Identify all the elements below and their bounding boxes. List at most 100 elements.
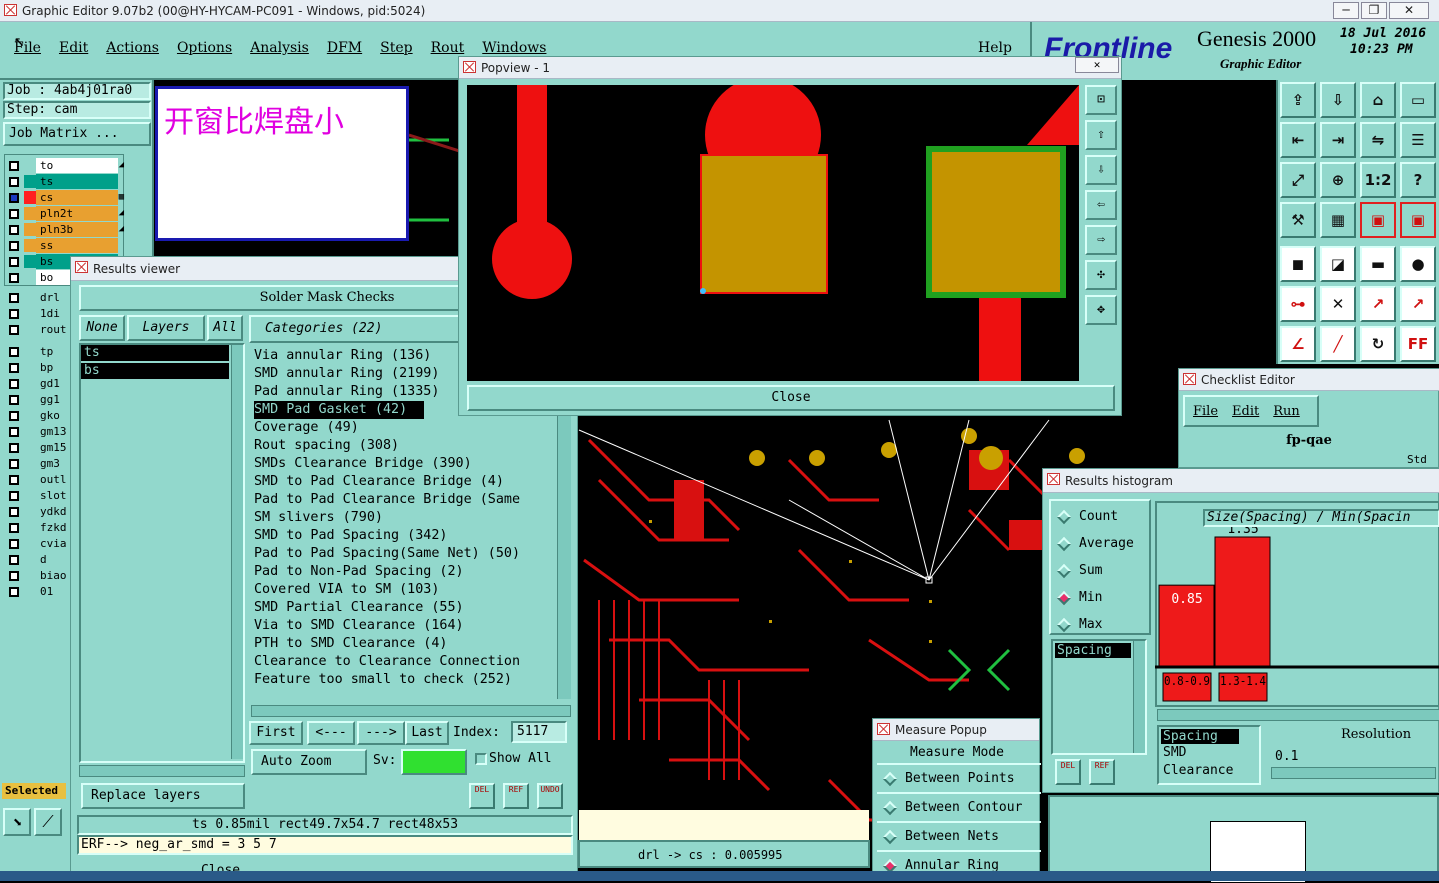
open-icon[interactable]: ⇩ [1320,82,1356,118]
popview-pan-up-icon[interactable]: ⇧ [1085,120,1117,150]
layer-row-ts[interactable]: ts [6,174,122,190]
mode-count-radio[interactable] [1056,509,1072,524]
layer-checkbox[interactable] [9,411,19,421]
menu-options[interactable]: Options [177,40,232,56]
layer-checkbox[interactable] [9,571,19,581]
mode-sum[interactable]: Sum [1051,557,1149,584]
layer-checkbox[interactable] [9,241,19,251]
result-layer-bs[interactable]: bs [81,363,229,379]
layer-checkbox[interactable] [9,395,19,405]
layer-checkbox[interactable] [9,363,19,373]
ref-button[interactable]: REF [503,783,529,809]
layer-checkbox[interactable] [9,293,19,303]
window-icon[interactable]: ▭ [1400,82,1436,118]
layer-checkbox[interactable] [9,539,19,549]
point-icon[interactable]: ● [1400,246,1436,282]
field-spacing[interactable]: Spacing [1055,643,1131,658]
category-item[interactable]: SMD to Pad Clearance Bridge (4) [254,473,551,491]
layer-checkbox[interactable] [9,459,19,469]
move2-icon[interactable]: ↗ [1400,286,1436,322]
layer-checkbox[interactable] [9,427,19,437]
center-icon[interactable]: ⊕ [1320,162,1356,198]
measure-between-points[interactable]: Between Points [877,763,1041,792]
category-item[interactable]: SMDs Clearance Bridge (390) [254,455,551,473]
popview-pan-down-icon[interactable]: ⇩ [1085,155,1117,185]
layer-row-pln3b[interactable]: pln3b ◢ [6,222,124,238]
category-item[interactable]: Pad to Pad Clearance Bridge (Same [254,491,551,509]
menu-actions[interactable]: Actions [106,40,159,56]
measure-between-contour-radio[interactable] [882,800,898,815]
layer-checkbox[interactable] [9,379,19,389]
net-icon[interactable]: ⊶ [1280,286,1316,322]
popview-close-button[interactable]: Close [467,385,1115,411]
layer-checkbox[interactable] [9,161,19,171]
category-item[interactable]: SMD to Pad Spacing (342) [254,527,551,545]
popview-canvas[interactable] [467,85,1079,381]
menu-edit[interactable]: Edit [59,40,88,56]
mode-count[interactable]: Count [1051,503,1149,530]
layer-row-ss[interactable]: ss [6,238,122,254]
export-icon[interactable]: ⇥ [1320,122,1356,158]
category-hscroll[interactable] [251,705,571,717]
all-button[interactable]: All [207,315,243,341]
select-icon[interactable]: ◼ [1280,246,1316,282]
popview-zoom-icon[interactable]: ⊡ [1085,85,1117,115]
category-item[interactable]: Coverage (49) [254,419,551,437]
save-icon[interactable]: ⇪ [1280,82,1316,118]
layer-checkbox[interactable] [9,555,19,565]
layer-checkbox[interactable] [9,273,19,283]
category-item[interactable]: Covered VIA to SM (103) [254,581,551,599]
category-item[interactable]: Pad to Pad Spacing(Same Net) (50) [254,545,551,563]
layer-hscroll[interactable] [79,765,245,777]
resolution-slider[interactable] [1271,767,1436,779]
minimize-button[interactable]: ─ [1333,2,1359,19]
import-icon[interactable]: ⇤ [1280,122,1316,158]
popview-pan-left-icon[interactable]: ⇦ [1085,190,1117,220]
category-item[interactable]: Feature too small to check (252) [254,671,551,689]
histogram-ref-button[interactable]: REF [1089,759,1115,785]
category-item[interactable]: SMD Pad Gasket (42) [254,401,424,419]
menu-rout[interactable]: Rout [431,40,465,56]
snap-tool-icon[interactable]: ⬊ [3,808,31,836]
histogram-bar[interactable] [1214,536,1271,668]
measure-between-points-radio[interactable] [882,771,898,786]
mode-min-radio[interactable] [1056,590,1072,605]
cross-icon[interactable]: ✕ [1320,286,1356,322]
menu-help[interactable]: Help [978,40,1012,56]
layer-checkbox[interactable] [9,225,19,235]
category-item[interactable]: Pad to Non-Pad Spacing (2) [254,563,551,581]
mode-max-radio[interactable] [1056,617,1072,632]
del-button[interactable]: DEL [469,783,495,809]
field-list-scrollbar[interactable] [1133,641,1145,753]
last-button[interactable]: Last [405,721,449,745]
popview-zoom-in-icon[interactable]: ✣ [1085,260,1117,290]
auto-zoom-button[interactable]: Auto Zoom [251,749,367,775]
job-matrix-button[interactable]: Job Matrix ... [3,122,151,146]
popview-zoom-out-icon[interactable]: ✥ [1085,295,1117,325]
menu-analysis[interactable]: Analysis [250,40,309,56]
popview-pan-right-icon[interactable]: ⇨ [1085,225,1117,255]
category-item[interactable]: Rout spacing (308) [254,437,551,455]
sv-color-selector[interactable] [401,749,467,775]
first-button[interactable]: First [249,721,303,745]
layer-checkbox[interactable] [9,209,19,219]
category-item[interactable]: SM slivers (790) [254,509,551,527]
show-all-checkbox[interactable] [475,753,487,765]
field2-smd[interactable]: SMD [1159,744,1259,762]
undo-button[interactable]: UNDO [537,783,563,809]
mode-min[interactable]: Min [1051,584,1149,611]
line2-icon[interactable]: ╱ [1320,326,1356,362]
rotate-icon[interactable]: ↻ [1360,326,1396,362]
replace-layers-button[interactable]: Replace layers [81,783,245,809]
none-button[interactable]: None [79,315,125,341]
layer-checkbox[interactable] [9,523,19,533]
mirror-icon[interactable]: ⇋ [1360,122,1396,158]
layers-b-icon[interactable]: ▣ [1400,202,1436,238]
scale-icon[interactable]: 1:2 [1360,162,1396,198]
field2-spacing[interactable]: Spacing [1161,729,1239,744]
maximize-button[interactable]: ❐ [1361,2,1387,19]
fit-icon[interactable]: ⤢ [1280,162,1316,198]
mode-average[interactable]: Average [1051,530,1149,557]
category-item[interactable]: SMD Partial Clearance (55) [254,599,551,617]
checklist-menu-file[interactable]: File [1193,404,1218,419]
